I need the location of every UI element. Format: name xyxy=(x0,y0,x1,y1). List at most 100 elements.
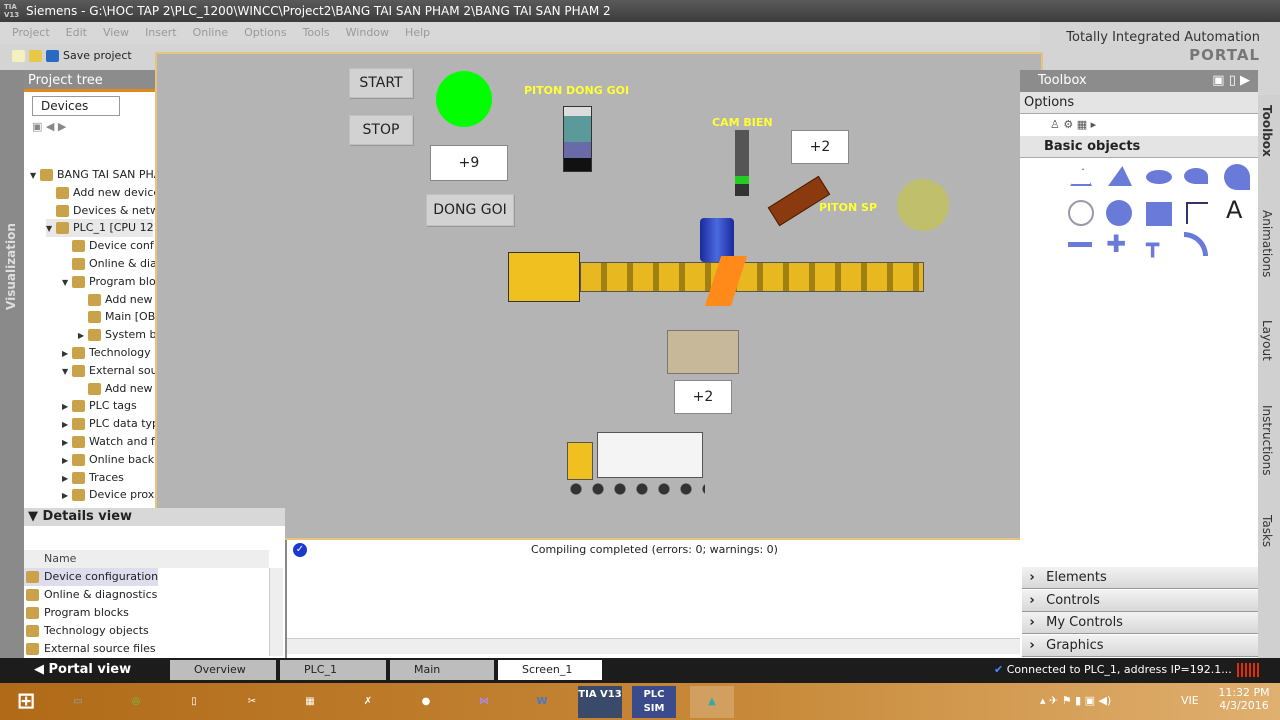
details-scrollbar[interactable] xyxy=(269,568,283,656)
tree-item[interactable]: ▶ Traces xyxy=(62,469,124,487)
polygon-tool-icon[interactable] xyxy=(1108,166,1132,186)
menu-online[interactable]: Online xyxy=(193,26,228,39)
tree-item[interactable]: ▶ PLC tags xyxy=(62,397,137,415)
visualization-tab[interactable]: Visualization xyxy=(0,70,24,658)
ellipse-tool-icon[interactable] xyxy=(1146,170,1172,184)
language-indicator[interactable]: VIE xyxy=(1181,694,1199,707)
tree-item[interactable]: ▶ System b xyxy=(78,326,157,344)
side-tab-animations[interactable]: Animations xyxy=(1260,210,1274,277)
palette-my-controls[interactable]: › My Controls xyxy=(1022,612,1258,634)
side-tab-tasks[interactable]: Tasks xyxy=(1260,515,1274,547)
tree-item[interactable]: Add new device xyxy=(46,184,160,202)
detail-row[interactable]: Online & diagnostics xyxy=(24,586,157,604)
tree-item[interactable]: Device conf xyxy=(62,237,154,255)
box-counter[interactable]: +2 xyxy=(674,380,732,414)
options-section[interactable]: Options xyxy=(1020,92,1258,114)
unikey-icon[interactable]: ▦ xyxy=(288,686,332,718)
hmi-screen-canvas[interactable]: START STOP +9 DONG GOI PITON DONG GOI CA… xyxy=(155,52,1043,540)
wincc-runtime-icon[interactable]: ▲ xyxy=(690,686,734,718)
tree-item[interactable]: Devices & netw xyxy=(46,202,159,220)
detail-row[interactable]: External source files xyxy=(24,640,156,658)
gpp-icon[interactable]: ● xyxy=(404,686,448,718)
ellipse-segment-tool-icon[interactable] xyxy=(1184,168,1208,184)
snipping-tool-icon[interactable]: ✂ xyxy=(230,686,274,718)
menu-options[interactable]: Options xyxy=(244,26,286,39)
detail-row[interactable]: Program blocks xyxy=(24,604,129,622)
palette-elements[interactable]: › Elements xyxy=(1022,567,1258,589)
tree-item[interactable]: Online & dia xyxy=(62,255,157,273)
menu-project[interactable]: Project xyxy=(12,26,50,39)
expand-arrow-icon[interactable]: ▶ xyxy=(62,470,72,488)
tia-portal-taskbar-icon[interactable]: TIA V13 xyxy=(578,686,622,718)
dong-goi-button[interactable]: DONG GOI xyxy=(426,194,514,226)
sensor-counter[interactable]: +2 xyxy=(791,130,849,164)
save-icon[interactable] xyxy=(46,50,59,62)
pipe-tee-tool-icon[interactable]: ┳ xyxy=(1146,234,1159,258)
horizontal-scrollbar[interactable] xyxy=(287,638,1020,654)
start-menu-icon[interactable]: ⊞ xyxy=(4,686,48,718)
menu-help[interactable]: Help xyxy=(405,26,430,39)
plcsim-taskbar-icon[interactable]: PLC SIM xyxy=(632,686,676,718)
arc-tool-icon[interactable] xyxy=(1068,200,1094,226)
details-view-header[interactable]: ▼ Details view xyxy=(24,508,285,526)
tree-item[interactable]: ▶ Watch and f xyxy=(62,433,155,451)
devices-tab[interactable]: Devices xyxy=(32,96,120,116)
new-project-icon[interactable] xyxy=(12,50,25,62)
tree-item[interactable]: ▶ Device prox xyxy=(62,486,154,504)
expand-arrow-icon[interactable]: ▶ xyxy=(62,416,72,434)
tree-item[interactable]: Add new xyxy=(78,291,153,309)
expand-arrow-icon[interactable]: ▼ xyxy=(62,363,72,381)
panel-controls-icon[interactable]: ▣ ▯ ▶ xyxy=(1212,70,1250,92)
line-tool-icon[interactable] xyxy=(1068,242,1092,247)
detail-row[interactable]: Device configuration xyxy=(24,568,159,586)
palette-graphics[interactable]: › Graphics xyxy=(1022,635,1258,657)
connector-tool-icon[interactable] xyxy=(1186,202,1208,224)
tab-main[interactable]: Main xyxy=(390,660,494,680)
open-project-icon[interactable] xyxy=(29,50,42,62)
tools-icon[interactable]: ✗ xyxy=(346,686,390,718)
visual-studio-icon[interactable]: ⋈ xyxy=(462,686,506,718)
pipe-bend-tool-icon[interactable] xyxy=(1184,232,1208,256)
name-column-header[interactable]: Name xyxy=(24,550,269,568)
tree-item[interactable]: ▼ Program blo xyxy=(62,273,156,291)
expand-arrow-icon[interactable]: ▶ xyxy=(78,327,88,345)
coccoc-browser-icon[interactable]: ◎ xyxy=(114,686,158,718)
expand-arrow-icon[interactable]: ▼ xyxy=(30,167,40,185)
tree-item[interactable]: ▶ PLC data typ xyxy=(62,415,159,433)
menu-edit[interactable]: Edit xyxy=(66,26,87,39)
side-tab-layout[interactable]: Layout xyxy=(1260,320,1274,361)
pipe-cross-tool-icon[interactable]: ✚ xyxy=(1106,232,1126,256)
detail-row[interactable]: Technology objects xyxy=(24,622,149,640)
tab-plc1[interactable]: PLC_1 xyxy=(280,660,386,680)
tree-item[interactable]: ▶ Online back xyxy=(62,451,154,469)
expand-arrow-icon[interactable]: ▶ xyxy=(62,434,72,452)
tree-item[interactable]: ▼ PLC_1 [CPU 121 xyxy=(46,219,161,238)
phone-app-icon[interactable]: ▯ xyxy=(172,686,216,718)
side-tab-instructions[interactable]: Instructions xyxy=(1260,405,1274,475)
polyline-tool-icon[interactable] xyxy=(1070,168,1092,186)
basic-objects-section[interactable]: Basic objects xyxy=(1020,136,1258,158)
palette-controls[interactable]: › Controls xyxy=(1022,590,1258,612)
word-icon[interactable]: W xyxy=(520,686,564,718)
menu-window[interactable]: Window xyxy=(346,26,389,39)
menu-insert[interactable]: Insert xyxy=(145,26,177,39)
tree-item[interactable]: ▼ External sou xyxy=(62,362,158,380)
clock[interactable]: 11:32 PM 4/3/2016 xyxy=(1214,686,1274,712)
menu-view[interactable]: View xyxy=(103,26,129,39)
tree-item[interactable]: Add new xyxy=(78,380,153,398)
tree-item[interactable]: ▼ BANG TAI SAN PHAM xyxy=(30,166,171,184)
tab-overview[interactable]: Overview xyxy=(170,660,276,680)
save-project-button[interactable]: Save project xyxy=(63,49,132,62)
start-button[interactable]: START xyxy=(349,68,413,98)
side-tab-toolbox[interactable]: Toolbox xyxy=(1260,105,1274,157)
tab-screen1[interactable]: Screen_1 xyxy=(498,660,602,680)
system-tray-icons[interactable]: ▴ ✈ ⚑ ▮ ▣ ◀) xyxy=(1040,694,1111,707)
expand-arrow-icon[interactable]: ▼ xyxy=(46,220,56,238)
file-explorer-icon[interactable]: ▭ xyxy=(56,686,100,718)
expand-arrow-icon[interactable]: ▶ xyxy=(62,345,72,363)
stop-button[interactable]: STOP xyxy=(349,115,413,145)
expand-arrow-icon[interactable]: ▶ xyxy=(62,452,72,470)
portal-view-button[interactable]: ◀ Portal view xyxy=(34,662,131,677)
expand-arrow-icon[interactable]: ▼ xyxy=(62,274,72,292)
tree-item[interactable]: Main [OB xyxy=(78,308,155,326)
